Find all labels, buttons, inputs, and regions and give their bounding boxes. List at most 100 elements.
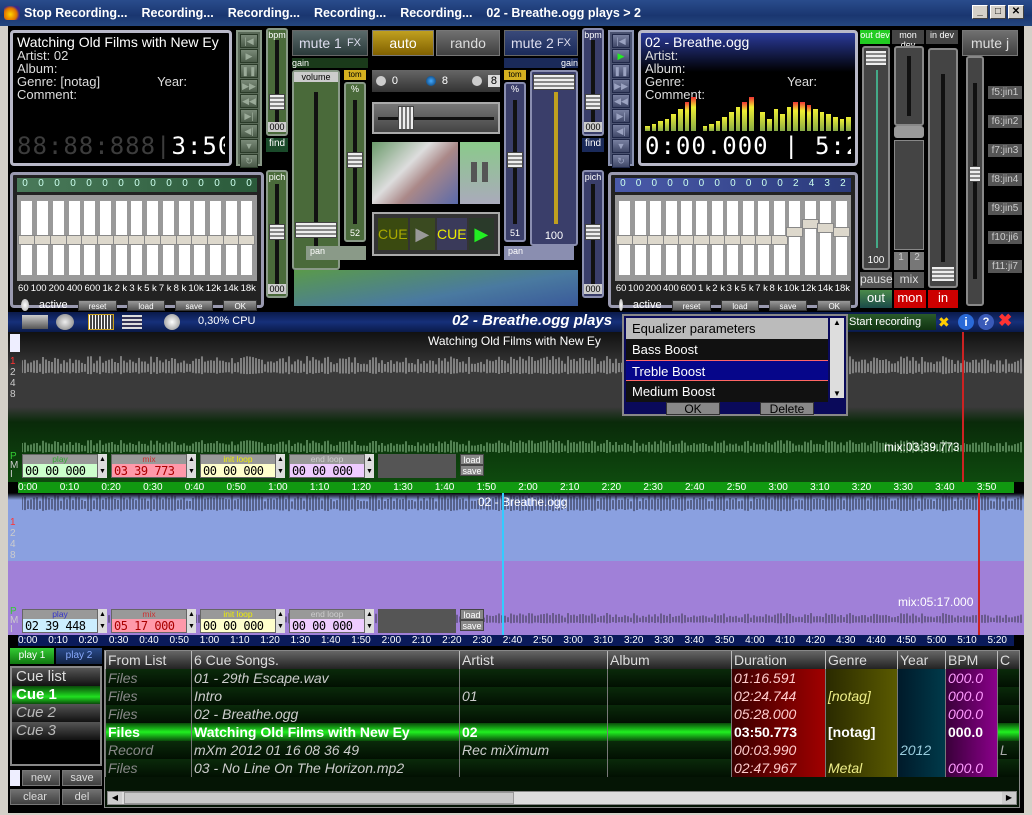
eq1-load-button[interactable]: load — [127, 299, 165, 311]
col-artist[interactable]: Artist — [459, 651, 607, 669]
eq-band-slider[interactable] — [191, 201, 209, 275]
deck1-waveform[interactable]: 1248 Watching Old Films with New Ey mix:… — [8, 332, 1024, 482]
eq-band-knob[interactable] — [175, 235, 193, 245]
rewind-icon[interactable]: ◀◀ — [612, 94, 630, 108]
deck1-timeline[interactable]: 0:00 0:10 0:20 0:30 0:40 0:50 1:00 1:10 1:20 1:30… — [18, 482, 1014, 493]
eq-band-knob[interactable] — [724, 235, 742, 245]
tab-play2[interactable]: play 2 — [56, 648, 102, 664]
cue-clear-button[interactable]: clear — [10, 789, 60, 805]
eq-band-knob[interactable] — [616, 235, 634, 245]
deck2-waveform[interactable]: 1248 02 - Breathe.ogg mix:05:17.000 PMI … — [8, 493, 1024, 635]
eq-band-slider[interactable] — [144, 201, 162, 275]
deck2-end-loop-field[interactable]: end loop 00 00 000 — [289, 609, 365, 633]
deck1-find-button[interactable]: find — [266, 138, 288, 152]
deck2-gain-slider[interactable]: gain — [504, 58, 578, 68]
eq-band-slider[interactable] — [96, 201, 114, 275]
next-icon[interactable]: ▶| — [240, 109, 258, 123]
deck2-timeline[interactable]: 0:00 0:10 0:20 0:30 0:40 0:50 1:00 1:10 1:20 1:30… — [18, 635, 1014, 646]
mute-jingle-button[interactable]: mute j — [962, 30, 1018, 56]
deck1-tempo-fader[interactable]: % 52 — [344, 82, 366, 242]
eq-band-knob[interactable] — [159, 235, 177, 245]
rewind-icon[interactable]: ◀◀ — [240, 94, 258, 108]
crossfader[interactable] — [372, 102, 500, 134]
col-song[interactable]: 6 Cue Songs. — [191, 651, 459, 669]
deck2-load-button[interactable]: load — [460, 609, 484, 620]
start-recording-button[interactable]: Start recording — [846, 314, 936, 330]
cue-item[interactable]: Cue 1 — [12, 686, 100, 704]
eq-band-slider[interactable] — [81, 201, 99, 275]
col-genre[interactable]: Genre — [825, 651, 897, 669]
eq-band-slider[interactable] — [631, 201, 649, 275]
maximize-button[interactable]: □ — [990, 5, 1006, 19]
cue2-button[interactable]: CUE — [437, 218, 467, 250]
deck1-load-button[interactable]: load — [460, 454, 484, 465]
eq-band-knob[interactable] — [708, 235, 726, 245]
eq-band-slider[interactable] — [49, 201, 67, 275]
out-dev-button[interactable]: out dev — [860, 30, 890, 44]
cue-save-button[interactable]: save — [62, 770, 102, 786]
jingle-button[interactable]: f5:jin1 — [988, 86, 1022, 99]
col-duration[interactable]: Duration — [731, 651, 825, 669]
deck1-save-button[interactable]: save — [460, 465, 484, 476]
eq-band-knob[interactable] — [206, 235, 224, 245]
radio-0[interactable] — [376, 76, 386, 86]
eq-band-slider[interactable] — [693, 201, 711, 275]
crossfade-input[interactable]: 8 — [487, 75, 500, 87]
eq-band-slider[interactable] — [34, 201, 52, 275]
eject-icon[interactable]: ▼ — [612, 139, 630, 153]
eq-band-knob[interactable] — [678, 235, 696, 245]
play-icon[interactable]: ▶ — [612, 49, 630, 63]
list-icon[interactable] — [122, 315, 142, 329]
loop-icon[interactable]: ↻ — [612, 154, 630, 168]
col-album[interactable]: Album — [607, 651, 731, 669]
out-volume-fader[interactable]: 100 — [862, 46, 890, 270]
spin-arrows[interactable]: ▲ ▼ — [276, 454, 285, 478]
eq-band-knob[interactable] — [128, 235, 146, 245]
eq1-save-button[interactable]: save — [174, 299, 214, 311]
eq-band-slider[interactable] — [770, 201, 788, 275]
eq-band-knob[interactable] — [770, 235, 788, 245]
table-row[interactable]: Files 01 - 29th Escape.wav 01:16.591 000.0 — [105, 669, 1019, 687]
preset-scrollbar[interactable]: ▲ ▼ — [830, 318, 844, 398]
scroll-right-icon[interactable]: ▶ — [1002, 792, 1016, 804]
deck2-pitch-fader[interactable]: pich 000 — [582, 170, 604, 298]
deck1-fx-button[interactable]: FX — [347, 37, 361, 49]
jingle-button[interactable]: f7:jin3 — [988, 144, 1022, 157]
eq2-ok-button[interactable]: OK — [817, 299, 851, 311]
deck2-volume-fader[interactable]: 100 — [530, 70, 578, 246]
clock-icon[interactable] — [164, 314, 180, 330]
in-dev-button[interactable]: in dev — [926, 30, 958, 44]
spin-arrows[interactable]: ▲ ▼ — [187, 609, 196, 633]
eq-band-slider[interactable] — [678, 201, 696, 275]
preset-item[interactable]: Medium Boost — [626, 381, 828, 402]
eq-band-knob[interactable] — [18, 235, 36, 245]
jingle-fader[interactable] — [966, 56, 984, 306]
tab-play1[interactable]: play 1 — [10, 648, 54, 664]
eq-band-knob[interactable] — [65, 235, 83, 245]
eq-band-slider[interactable] — [739, 201, 757, 275]
play2-button[interactable]: ▶ — [468, 218, 494, 250]
channel-2-button[interactable]: 2 — [910, 252, 924, 270]
tools-icon[interactable]: ✖ — [938, 314, 954, 330]
preset-ok-button[interactable]: OK — [666, 402, 720, 415]
deck1-bpm-fader[interactable]: bpm 000 — [266, 28, 288, 136]
eq-band-knob[interactable] — [786, 227, 804, 237]
eq-band-knob[interactable] — [801, 219, 819, 229]
reorder-arrows-icon[interactable] — [10, 770, 20, 786]
col-from-list[interactable]: From List — [105, 651, 191, 669]
spin-arrows[interactable]: ▲ ▼ — [98, 609, 107, 633]
deck2-bpm-fader[interactable]: bpm 000 — [582, 28, 604, 136]
deck1-end-loop-field[interactable]: end loop 00 00 000 — [289, 454, 365, 478]
eq2-load-button[interactable]: load — [721, 299, 759, 311]
col-year[interactable]: Year — [897, 651, 945, 669]
eq-band-slider[interactable] — [112, 201, 130, 275]
monitor-fader[interactable] — [894, 46, 924, 126]
deck1-mix-field[interactable]: mix 03 39 773 — [111, 454, 187, 478]
deck2-mute-button[interactable]: mute 2 FX — [504, 30, 578, 56]
eq-band-slider[interactable] — [724, 201, 742, 275]
jingle-button[interactable]: f6:jin2 — [988, 115, 1022, 128]
eq-band-knob[interactable] — [81, 235, 99, 245]
deck1-play-field[interactable]: play 00 00 000 — [22, 454, 98, 478]
eq-band-knob[interactable] — [647, 235, 665, 245]
eq-band-knob[interactable] — [49, 235, 67, 245]
